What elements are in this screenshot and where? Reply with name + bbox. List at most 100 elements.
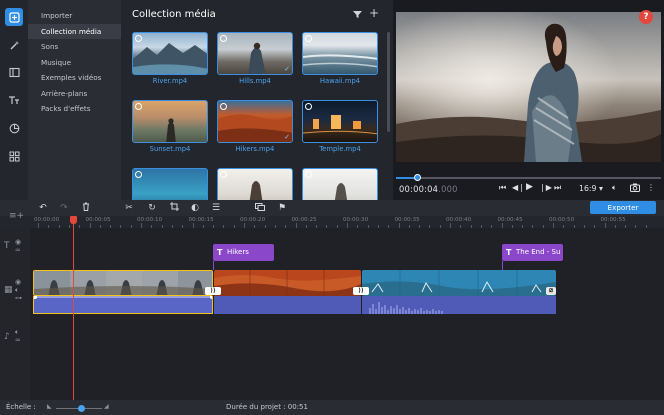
media-clip[interactable]: [217, 168, 293, 200]
left-tool-rail: [0, 0, 28, 200]
check-icon: ✓: [284, 133, 290, 141]
media-clip[interactable]: [132, 168, 208, 200]
media-clip[interactable]: Hawaii.mp4: [302, 32, 378, 85]
link-icon[interactable]: ∞: [15, 246, 21, 254]
clip-thumbnail: ✓: [217, 100, 293, 143]
video-clip-hikers[interactable]: [214, 270, 361, 296]
transitions-icon[interactable]: [5, 63, 23, 81]
title-clip-label: Hikers: [227, 248, 249, 256]
audio-clip-hikers[interactable]: [214, 296, 361, 314]
clip-name: Hawaii.mp4: [319, 77, 361, 85]
clip-thumbnail: [217, 168, 293, 200]
step-forward-icon[interactable]: ❘▶: [539, 183, 552, 192]
redo-icon[interactable]: ↷: [58, 202, 70, 214]
playhead-handle[interactable]: [70, 216, 77, 224]
visibility-icon[interactable]: ◉: [15, 278, 21, 286]
color-adjust-icon[interactable]: ◐: [189, 202, 201, 214]
add-icon[interactable]: +: [369, 6, 379, 20]
media-clip[interactable]: [302, 168, 378, 200]
more-options-icon[interactable]: ⋮: [647, 183, 655, 192]
filter-icon[interactable]: [353, 10, 362, 19]
media-clip[interactable]: Sunset.mp4: [132, 100, 208, 153]
media-scrollbar[interactable]: [387, 32, 390, 132]
clip-type-icon: [135, 35, 142, 42]
preview-seekbar[interactable]: [396, 174, 661, 181]
media-clip[interactable]: ✓ Hills.mp4: [217, 32, 293, 85]
media-clip[interactable]: Temple.mp4: [302, 100, 378, 153]
grid-icon[interactable]: [5, 147, 23, 165]
cut-icon[interactable]: ✂: [123, 202, 135, 214]
clip-type-icon: [305, 103, 312, 110]
marker-flag-icon[interactable]: ⚑: [276, 202, 288, 214]
visibility-icon[interactable]: ◉: [15, 238, 21, 246]
media-clip[interactable]: River.mp4: [132, 32, 208, 85]
step-back-icon[interactable]: ◀❘: [512, 183, 525, 192]
preview-panel: ? 00:00:04.000 ⏮ ◀❘ ▶ ❘▶ ⏭ 16:9 ▾ 🔈︎ ⋮: [393, 0, 664, 200]
timecode-milliseconds: .000: [438, 184, 458, 194]
magic-wand-icon[interactable]: [5, 36, 23, 54]
clip-type-icon: [135, 103, 142, 110]
skip-start-icon[interactable]: ⏮: [499, 183, 506, 193]
status-bar: Échelle : ◣ ◢ Durée du projet : 00:51: [0, 400, 664, 415]
playhead[interactable]: [73, 216, 74, 400]
titles-icon[interactable]: [5, 91, 23, 109]
clip-name: Temple.mp4: [319, 145, 361, 153]
video-clip-hawaii[interactable]: [362, 270, 556, 296]
undo-icon[interactable]: ↶: [37, 202, 49, 214]
delete-icon[interactable]: [80, 202, 92, 214]
clip-thumbnail: ✓: [217, 32, 293, 75]
link-icon[interactable]: ∞: [15, 336, 21, 344]
project-duration: Durée du projet : 00:51: [226, 403, 308, 411]
title-clip-label: The End - Su: [516, 248, 561, 256]
help-icon[interactable]: ?: [639, 10, 653, 24]
transition-icon[interactable]: ⧄: [546, 287, 556, 295]
title-clip-hikers[interactable]: T Hikers: [213, 244, 274, 261]
add-track-icon[interactable]: ≡+: [9, 211, 24, 221]
category-import[interactable]: Importer: [28, 8, 121, 24]
category-music[interactable]: Musique: [28, 55, 121, 71]
export-button[interactable]: Exporter: [590, 201, 656, 214]
title-connector: [502, 261, 503, 270]
media-clip[interactable]: ✓ Hikers.mp4: [217, 100, 293, 153]
time-ruler[interactable]: 00:00:00 00:00:05 00:00:10 00:00:15 00:00:20…: [0, 216, 664, 228]
category-backgrounds[interactable]: Arrière-plans: [28, 86, 121, 102]
clip-name: River.mp4: [152, 77, 188, 85]
skip-end-icon[interactable]: ⏭: [554, 183, 561, 193]
clip-type-icon: [220, 171, 227, 178]
category-media-collection[interactable]: Collection média: [28, 23, 121, 39]
preview-video: [396, 12, 661, 162]
title-connector: [213, 261, 214, 270]
zoom-slider-handle[interactable]: [78, 405, 85, 412]
title-clip-the-end[interactable]: T The End - Su: [502, 244, 563, 261]
clip-name: Hikers.mp4: [235, 145, 275, 153]
clock-icon[interactable]: [5, 119, 23, 137]
transition-icon[interactable]: ⟩⟩: [353, 287, 369, 295]
audio-clip-hawaii[interactable]: [362, 296, 556, 314]
audio-clip-hills[interactable]: [33, 296, 213, 314]
category-sounds[interactable]: Sons: [28, 39, 121, 55]
clip-properties-icon[interactable]: ☰: [210, 202, 222, 214]
seekbar-handle[interactable]: [414, 174, 422, 181]
aspect-ratio-select[interactable]: 16:9 ▾: [579, 184, 603, 193]
clip-type-icon: [220, 103, 227, 110]
play-icon[interactable]: ▶: [526, 182, 533, 192]
crop-icon[interactable]: [168, 202, 180, 214]
clip-type-icon: [305, 35, 312, 42]
volume-icon[interactable]: 🔈︎: [612, 183, 617, 193]
zoom-in-icon[interactable]: ◢: [104, 403, 109, 410]
zoom-out-icon[interactable]: ◣: [47, 403, 52, 410]
transition-icon[interactable]: ⟩⟩: [205, 287, 221, 295]
import-icon[interactable]: [5, 8, 23, 26]
clip-thumbnail: [132, 32, 208, 75]
music-track-icon: ♪: [4, 332, 10, 342]
category-sample-videos[interactable]: Exemples vidéos: [28, 70, 121, 86]
video-clip-hills[interactable]: [33, 270, 213, 296]
insert-media-icon[interactable]: [254, 202, 266, 214]
lock-icon[interactable]: ⊶: [15, 294, 22, 302]
title-icon: T: [506, 248, 512, 257]
snapshot-icon[interactable]: [630, 183, 640, 194]
category-effect-packs[interactable]: Packs d'effets: [28, 101, 121, 117]
clip-thumbnail: [132, 168, 208, 200]
rotate-icon[interactable]: ↻: [146, 202, 158, 214]
track-headers: ≡+ T ◉ ∞ ▦ ◉ 🔈︎ ⊶ ♪ 🔈︎ ∞: [0, 211, 30, 400]
